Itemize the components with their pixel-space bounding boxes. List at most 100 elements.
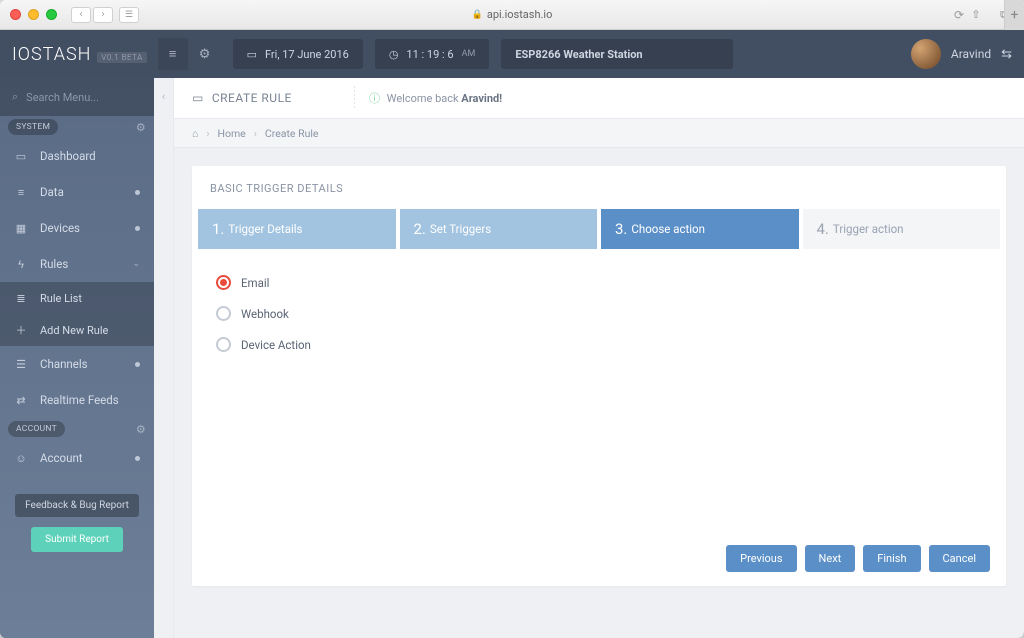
time-pill: ◷ 11 : 19 : 6 AM [375,39,490,69]
user-name[interactable]: Aravind [951,47,991,61]
menu-icon[interactable]: ≡ [157,38,189,70]
app-root: IOSTASH V0.1 BETA ≡ ⚙ ▭ Fri, 17 June 201… [0,30,1024,638]
sidebar-item-label: Channels [40,357,123,371]
maximize-icon[interactable] [46,9,57,20]
sidebar-item-channels[interactable]: ☰ Channels [0,346,154,382]
wizard-footer: Previous Next Finish Cancel [192,531,1006,586]
plus-icon: ＋ [14,322,28,338]
sidebar-item-rules[interactable]: ϟ Rules ⌄ [0,246,154,282]
date-pill: ▭ Fri, 17 June 2016 [233,39,363,69]
page-title: CREATE RULE [212,91,292,105]
time-text: 11 : 19 : 6 [406,48,453,61]
step-num: 3. [615,220,627,238]
channels-icon: ☰ [14,358,28,371]
option-device-action[interactable]: Device Action [216,337,982,352]
collapse-gutter[interactable]: ‹ [154,78,174,638]
previous-button[interactable]: Previous [726,545,796,572]
card: BASIC TRIGGER DETAILS 1. Trigger Details… [192,166,1006,586]
search-input[interactable] [26,91,142,104]
sidebar-item-label: Data [40,185,123,199]
step-label: Choose action [631,222,705,236]
account-icon: ☺ [14,452,28,465]
search-icon: ⌕ [12,90,18,104]
device-pill[interactable]: ESP8266 Weather Station [501,39,732,69]
home-icon[interactable]: ⌂ [192,127,198,140]
gear-icon[interactable]: ⚙ [136,423,146,436]
rules-icon: ϟ [14,258,28,271]
sidebar-item-devices[interactable]: ▦ Devices [0,210,154,246]
sidebar-item-dashboard[interactable]: ▭ Dashboard [0,138,154,174]
lock-icon: 🔒 [472,10,483,20]
step-label: Trigger Details [228,222,302,236]
info-icon: ⓘ [369,92,380,105]
nav-arrows: ‹ › [71,7,113,23]
crumb-home[interactable]: Home [218,127,246,140]
avatar[interactable] [911,39,941,69]
sidebar-toggle-icon[interactable]: ☰ [119,7,139,23]
url-bar[interactable]: 🔒 api.iostash.io [472,8,553,21]
step-num: 2. [414,220,426,238]
next-button[interactable]: Next [805,545,856,572]
chevron-down-icon: ⌄ [132,259,140,269]
step-num: 1. [212,220,224,238]
brand-name: IOSTASH [12,44,91,65]
reload-icon[interactable]: ⟳ [954,8,964,22]
share-icon[interactable]: ⇧ [966,7,986,23]
step-label: Trigger action [833,222,904,236]
data-icon: ≡ [14,186,28,199]
dashboard-icon: ▭ [14,150,28,163]
forward-button[interactable]: › [93,7,113,23]
sidebar-item-realtime[interactable]: ⇄ Realtime Feeds [0,382,154,418]
step-set-triggers[interactable]: 2. Set Triggers [400,209,598,249]
sidebar-item-add-rule[interactable]: ＋ Add New Rule [0,314,154,346]
step-choose-action[interactable]: 3. Choose action [601,209,799,249]
section-account-label: ACCOUNT [8,421,65,437]
submit-report-button[interactable]: Submit Report [31,527,123,552]
section-system: SYSTEM ⚙ [0,116,154,138]
sidebar-item-label: Add New Rule [40,324,140,337]
crumb-current: Create Rule [265,127,319,140]
crumb-sep: › [206,127,209,140]
radio-icon [216,337,231,352]
app-body: ⌕ SYSTEM ⚙ ▭ Dashboard ≡ Data ▦ [0,78,1024,638]
indicator-dot [135,190,140,195]
settings-icon[interactable]: ⚙ [189,38,221,70]
back-button[interactable]: ‹ [71,7,91,23]
indicator-dot [135,226,140,231]
list-icon: ≣ [14,292,28,305]
option-label: Webhook [241,307,289,321]
time-suffix: AM [462,49,476,59]
step-trigger-action[interactable]: 4. Trigger action [803,209,1001,249]
feedback-section: Feedback & Bug Report Submit Report [0,476,154,570]
welcome-name: Aravind! [461,92,502,105]
sidebar-item-account[interactable]: ☺ Account [0,440,154,476]
sidebar-item-rule-list[interactable]: ≣ Rule List [0,282,154,314]
new-tab-button[interactable]: + [1004,0,1024,30]
page-title-wrap: ▭ CREATE RULE [192,91,292,105]
url-text: api.iostash.io [487,8,553,21]
app-topbar: IOSTASH V0.1 BETA ≡ ⚙ ▭ Fri, 17 June 201… [0,30,1024,78]
finish-button[interactable]: Finish [863,545,920,572]
feedback-button[interactable]: Feedback & Bug Report [15,494,139,517]
browser-titlebar: ‹ › ☰ 🔒 api.iostash.io ⟳ ⇧ ⧉ + [0,0,1024,30]
sidebar-item-data[interactable]: ≡ Data [0,174,154,210]
date-text: Fri, 17 June 2016 [265,48,349,61]
expand-icon[interactable]: ⇆ [1001,47,1012,62]
radio-icon [216,306,231,321]
option-webhook[interactable]: Webhook [216,306,982,321]
brand[interactable]: IOSTASH V0.1 BETA [12,44,147,65]
cancel-button[interactable]: Cancel [929,545,990,572]
main-area: ‹ ▭ CREATE RULE ⓘ Welcome back Aravind! [154,78,1024,638]
option-email[interactable]: Email [216,275,982,290]
crumb-sep: › [254,127,257,140]
sidebar-item-label: Realtime Feeds [40,393,140,407]
search-row[interactable]: ⌕ [0,78,154,116]
step-trigger-details[interactable]: 1. Trigger Details [198,209,396,249]
close-icon[interactable] [10,9,21,20]
window-icon: ▭ [192,91,204,105]
gear-icon[interactable]: ⚙ [136,121,146,134]
sidebar-item-label: Rule List [40,292,140,305]
minimize-icon[interactable] [28,9,39,20]
step-num: 4. [817,220,829,238]
welcome-prefix: Welcome back [387,92,462,105]
